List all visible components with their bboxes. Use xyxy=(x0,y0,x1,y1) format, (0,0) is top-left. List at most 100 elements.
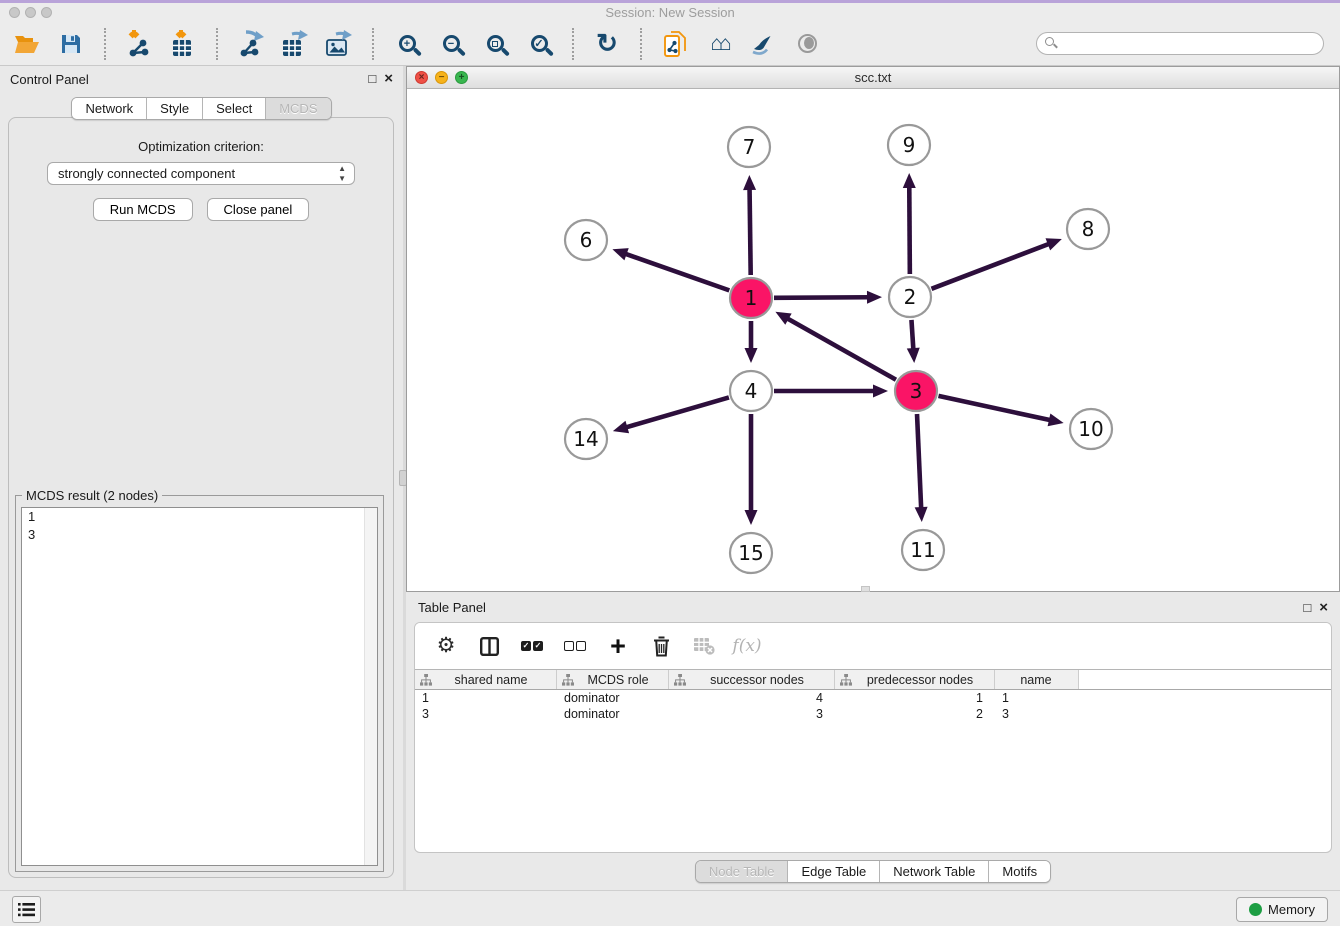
table-row[interactable]: 1dominator411 xyxy=(415,690,1331,706)
memory-button-label: Memory xyxy=(1268,902,1315,917)
edge-arrowhead xyxy=(1046,238,1062,250)
column-header-MCDS-role[interactable]: MCDS role xyxy=(557,670,669,689)
task-history-button[interactable] xyxy=(12,896,41,923)
column-header-name[interactable]: name xyxy=(995,670,1079,689)
edge-3-1[interactable] xyxy=(787,318,896,380)
delete-column-icon[interactable] xyxy=(648,633,674,659)
deselect-all-icon[interactable] xyxy=(562,633,588,659)
network-minimize-button[interactable]: − xyxy=(435,71,448,84)
node-label: 3 xyxy=(910,379,923,403)
graph-node-8[interactable]: 8 xyxy=(1067,209,1109,249)
tab-mcds[interactable]: MCDS xyxy=(266,98,330,119)
graph-node-3[interactable]: 3 xyxy=(895,371,937,411)
float-table-panel-icon[interactable]: □ xyxy=(1303,602,1311,614)
graph-node-9[interactable]: 9 xyxy=(888,125,930,165)
add-column-icon[interactable]: + xyxy=(605,633,631,659)
edge-1-6[interactable] xyxy=(625,254,730,291)
edge-arrowhead xyxy=(903,173,916,188)
edge-4-14[interactable] xyxy=(625,397,729,427)
table-settings-gear-icon[interactable]: ⚙ xyxy=(433,633,459,659)
table-cell: 2 xyxy=(835,707,995,721)
window-title: Session: New Session xyxy=(0,5,1340,20)
toolbar-separator xyxy=(216,28,218,60)
toolbar-separator xyxy=(572,28,574,60)
zoom-out-icon[interactable]: − xyxy=(436,29,466,59)
edge-1-7[interactable] xyxy=(750,188,751,275)
table-row[interactable]: 3dominator323 xyxy=(415,706,1331,722)
edge-arrowhead xyxy=(1048,414,1064,427)
graph-node-7[interactable]: 7 xyxy=(728,127,770,167)
main-toolbar: + − ✓ ↻ ⌂⌂ xyxy=(0,22,1340,66)
network-maximize-button[interactable]: + xyxy=(455,71,468,84)
edge-1-2[interactable] xyxy=(774,297,869,298)
graph-node-2[interactable]: 2 xyxy=(889,277,931,317)
network-window-titlebar[interactable]: × − + scc.txt xyxy=(407,67,1339,89)
clone-network-icon[interactable] xyxy=(660,29,690,59)
close-panel-icon[interactable]: × xyxy=(384,73,393,85)
table-cell: 3 xyxy=(995,707,1079,721)
tab-style[interactable]: Style xyxy=(147,98,203,119)
refresh-layout-icon[interactable]: ↻ xyxy=(592,29,622,59)
edge-2-3[interactable] xyxy=(911,320,913,350)
network-canvas[interactable]: 1 2 3 4 6 7 8 9 10 11 14 15 xyxy=(407,89,1339,591)
control-panel-title: Control Panel xyxy=(10,72,89,87)
column-header-successor-nodes[interactable]: successor nodes xyxy=(669,670,835,689)
column-header-predecessor-nodes[interactable]: predecessor nodes xyxy=(835,670,995,689)
tab-node-table[interactable]: Node Table xyxy=(696,861,789,882)
graph-node-4[interactable]: 4 xyxy=(730,371,772,411)
tab-select[interactable]: Select xyxy=(203,98,266,119)
tab-edge-table[interactable]: Edge Table xyxy=(788,861,880,882)
zoom-selected-icon[interactable]: ✓ xyxy=(524,29,554,59)
graph-node-14[interactable]: 14 xyxy=(565,419,607,459)
memory-button[interactable]: Memory xyxy=(1236,897,1328,922)
show-columns-icon[interactable] xyxy=(476,633,502,659)
tab-network[interactable]: Network xyxy=(72,98,147,119)
column-header-label: shared name xyxy=(432,673,556,687)
edge-3-10[interactable] xyxy=(938,396,1050,420)
search-icon xyxy=(1045,37,1054,46)
import-network-icon[interactable] xyxy=(124,29,154,59)
graph-node-15[interactable]: 15 xyxy=(730,533,772,573)
edge-arrowhead xyxy=(915,507,928,522)
column-header-label: successor nodes xyxy=(686,673,834,687)
export-network-icon[interactable] xyxy=(236,29,266,59)
edge-2-9[interactable] xyxy=(909,186,910,274)
network-close-button[interactable]: × xyxy=(415,71,428,84)
criterion-selected-value: strongly connected component xyxy=(58,166,235,181)
result-scrollbar[interactable] xyxy=(364,508,377,865)
tab-network-table[interactable]: Network Table xyxy=(880,861,989,882)
edge-3-11[interactable] xyxy=(917,414,921,509)
graph-node-11[interactable]: 11 xyxy=(902,530,944,570)
select-all-icon[interactable]: ✓✓ xyxy=(519,633,545,659)
mcds-result-node: 1 xyxy=(22,508,377,526)
open-session-icon[interactable] xyxy=(12,29,42,59)
close-panel-button[interactable]: Close panel xyxy=(207,198,310,221)
first-neighbors-icon[interactable]: ⌂⌂ xyxy=(704,29,734,59)
network-view-window: × − + scc.txt 1 2 3 4 6 7 8 9 10 11 14 15 xyxy=(406,66,1340,592)
apply-style-icon[interactable] xyxy=(748,29,778,59)
column-header-shared-name[interactable]: shared name xyxy=(415,670,557,689)
zoom-fit-icon[interactable] xyxy=(480,29,510,59)
mcds-result-list[interactable]: 13 xyxy=(21,507,378,866)
table-cell: 3 xyxy=(669,707,835,721)
canvas-resize-handle[interactable] xyxy=(861,586,870,592)
close-table-panel-icon[interactable]: × xyxy=(1319,602,1328,614)
save-session-icon[interactable] xyxy=(56,29,86,59)
criterion-select[interactable]: strongly connected component ▲▼ xyxy=(47,162,355,185)
zoom-in-icon[interactable]: + xyxy=(392,29,422,59)
export-image-icon[interactable] xyxy=(324,29,354,59)
graph-node-1[interactable]: 1 xyxy=(730,278,772,318)
search-box xyxy=(1036,32,1324,55)
edge-2-8[interactable] xyxy=(931,244,1049,289)
search-input[interactable] xyxy=(1036,32,1324,55)
run-mcds-button[interactable]: Run MCDS xyxy=(93,198,193,221)
graph-node-10[interactable]: 10 xyxy=(1070,409,1112,449)
export-table-icon[interactable] xyxy=(280,29,310,59)
tab-motifs[interactable]: Motifs xyxy=(989,861,1050,882)
node-label: 8 xyxy=(1082,217,1095,241)
float-panel-icon[interactable]: □ xyxy=(368,73,376,85)
graph-node-6[interactable]: 6 xyxy=(565,220,607,260)
import-table-icon[interactable] xyxy=(168,29,198,59)
node-label: 2 xyxy=(904,285,917,309)
show-hide-icon[interactable] xyxy=(792,29,822,59)
